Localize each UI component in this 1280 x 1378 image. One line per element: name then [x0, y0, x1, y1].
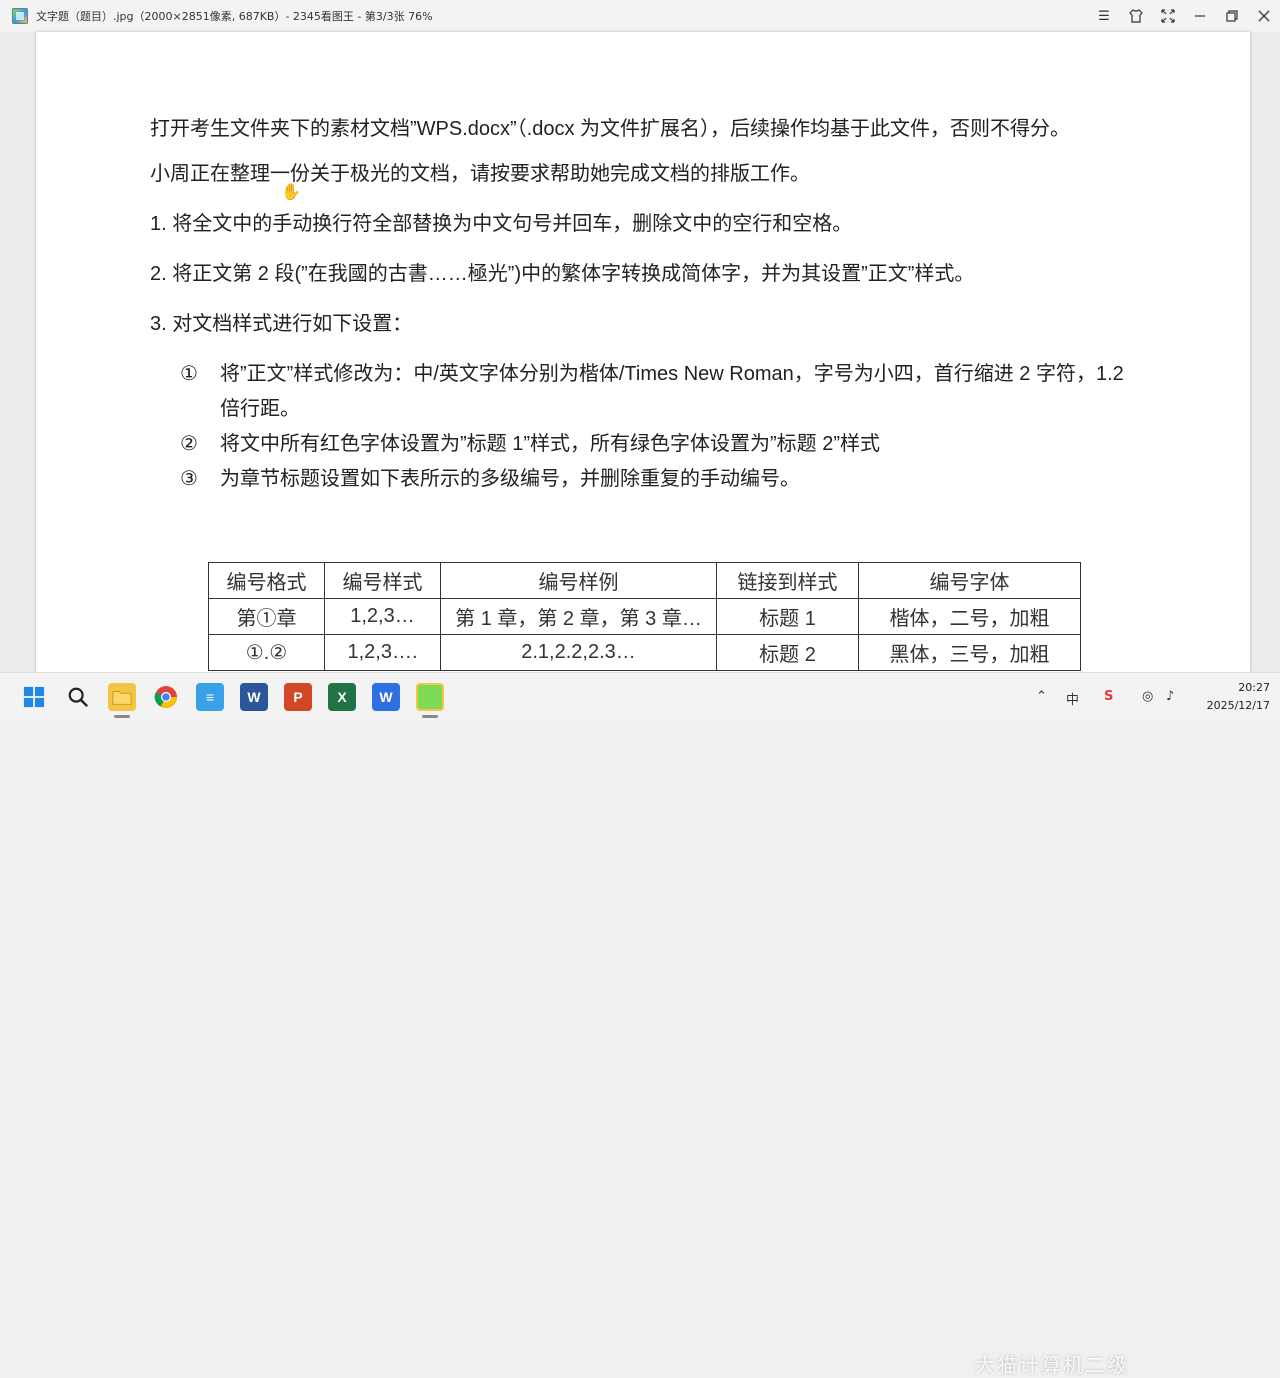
- wps-icon[interactable]: W: [372, 683, 400, 711]
- image-viewport[interactable]: ✋ 打开考生文件夹下的素材文档”WPS.docx”（.docx 为文件扩展名），…: [0, 32, 1280, 672]
- table-header-cell: 链接到样式: [716, 562, 859, 599]
- system-clock[interactable]: 20:27 2025/12/17: [1207, 679, 1270, 715]
- restore-icon: [1226, 10, 1238, 22]
- intro-paragraph: 打开考生文件夹下的素材文档”WPS.docx”（.docx 为文件扩展名），后续…: [150, 118, 1071, 140]
- table-header-cell: 编号样例: [440, 562, 717, 599]
- step-3: 3. 对文档样式进行如下设置：: [150, 313, 413, 335]
- taskbar: ≡ W P X W 大猫计算机二级 ⌃ 中 S ◎ ♪ 20:27 2025/1…: [0, 672, 1280, 1377]
- step-1: 1. 将全文中的手动换行符全部替换为中文句号并回车，删除文中的空行和空格。: [150, 213, 853, 235]
- fullscreen-button[interactable]: [1152, 0, 1184, 32]
- fullscreen-icon: [1161, 9, 1175, 23]
- file-explorer-icon[interactable]: [108, 683, 136, 711]
- chevron-up-icon[interactable]: ⌃: [1036, 689, 1047, 704]
- task-intro: 小周正在整理一份关于极光的文档，请按要求帮助她完成文档的排版工作。: [150, 163, 810, 185]
- title-bar: 文字题（题目）.jpg（2000×2851像素, 687KB）- 2345看图王…: [0, 0, 1280, 32]
- table-header-cell: 编号格式: [208, 562, 325, 599]
- clock-time: 20:27: [1238, 681, 1270, 694]
- window-title: 文字题（题目）.jpg（2000×2851像素, 687KB）- 2345看图王…: [36, 10, 433, 23]
- substep-text: 将”正文”样式修改为：中/英文字体分别为楷体/Times New Roman，字…: [220, 363, 1124, 420]
- substep-text: 为章节标题设置如下表所示的多级编号，并删除重复的手动编号。: [220, 468, 800, 490]
- notepad-icon[interactable]: ≡: [196, 683, 224, 711]
- close-icon: [1258, 10, 1270, 22]
- clock-date: 2025/12/17: [1206, 699, 1270, 712]
- table-cell: 标题 2: [716, 634, 859, 671]
- table-cell: ①.②: [208, 634, 325, 671]
- document-text: 打开考生文件夹下的素材文档”WPS.docx”（.docx 为文件扩展名），后续…: [150, 112, 1150, 497]
- menu-button[interactable]: ☰: [1088, 0, 1120, 32]
- substep-1: ① 将”正文”样式修改为：中/英文字体分别为楷体/Times New Roman…: [150, 357, 1150, 427]
- ime-icon[interactable]: 中: [1066, 689, 1079, 708]
- excel-icon[interactable]: X: [328, 683, 356, 711]
- powerpoint-icon[interactable]: P: [284, 683, 312, 711]
- window-controls: ☰: [1088, 0, 1280, 32]
- substep-text: 将文中所有红色字体设置为”标题 1”样式，所有绿色字体设置为”标题 2”样式: [220, 433, 880, 455]
- table-row: ①.② 1,2,3…. 2.1,2.2,2.3… 标题 2 黑体，三号，加粗: [208, 634, 1081, 671]
- skin-button[interactable]: [1120, 0, 1152, 32]
- word-icon[interactable]: W: [240, 683, 268, 711]
- table-cell: 楷体，二号，加粗: [858, 598, 1081, 635]
- table-cell: 1,2,3…: [324, 598, 441, 635]
- close-button[interactable]: [1248, 0, 1280, 32]
- substep-3: ③ 为章节标题设置如下表所示的多级编号，并删除重复的手动编号。: [150, 462, 1150, 497]
- start-icon[interactable]: [20, 683, 48, 711]
- watermark-text: 大猫计算机二级: [975, 1353, 1129, 1377]
- table-cell: 标题 1: [716, 598, 859, 635]
- table-header-cell: 编号样式: [324, 562, 441, 599]
- network-icon[interactable]: ◎: [1142, 689, 1153, 704]
- table-row: 第①章 1,2,3… 第 1 章，第 2 章，第 3 章… 标题 1 楷体，二号…: [208, 598, 1081, 635]
- table-cell: 2.1,2.2,2.3…: [440, 634, 717, 671]
- table-header-row: 编号格式 编号样式 编号样例 链接到样式 编号字体: [208, 562, 1081, 599]
- sogou-icon[interactable]: S: [1104, 689, 1113, 704]
- substep-number: ①: [180, 363, 198, 385]
- search-icon[interactable]: [64, 683, 92, 711]
- table-header-cell: 编号字体: [858, 562, 1081, 599]
- menu-icon: ☰: [1098, 8, 1110, 24]
- active-indicator: [114, 715, 130, 718]
- table-cell: 1,2,3….: [324, 634, 441, 671]
- restore-button[interactable]: [1216, 0, 1248, 32]
- table-cell: 第①章: [208, 598, 325, 635]
- table-cell: 黑体，三号，加粗: [858, 634, 1081, 671]
- app-logo-icon: [12, 8, 28, 24]
- substep-number: ③: [180, 468, 198, 490]
- shirt-icon: [1129, 9, 1143, 23]
- minimize-button[interactable]: [1184, 0, 1216, 32]
- substep-2: ② 将文中所有红色字体设置为”标题 1”样式，所有绿色字体设置为”标题 2”样式: [150, 427, 1150, 462]
- image-viewer-icon[interactable]: [416, 683, 444, 711]
- chrome-icon[interactable]: [152, 683, 180, 711]
- minimize-icon: [1195, 15, 1205, 17]
- table-cell: 第 1 章，第 2 章，第 3 章…: [440, 598, 717, 635]
- numbering-table: 编号格式 编号样式 编号样例 链接到样式 编号字体 第①章 1,2,3… 第 1…: [208, 562, 1081, 671]
- step-2: 2. 将正文第 2 段(”在我國的古書……極光”)中的繁体字转换成简体字，并为其…: [150, 263, 975, 285]
- volume-icon[interactable]: ♪: [1166, 689, 1174, 704]
- active-indicator: [422, 715, 438, 718]
- substep-number: ②: [180, 433, 198, 455]
